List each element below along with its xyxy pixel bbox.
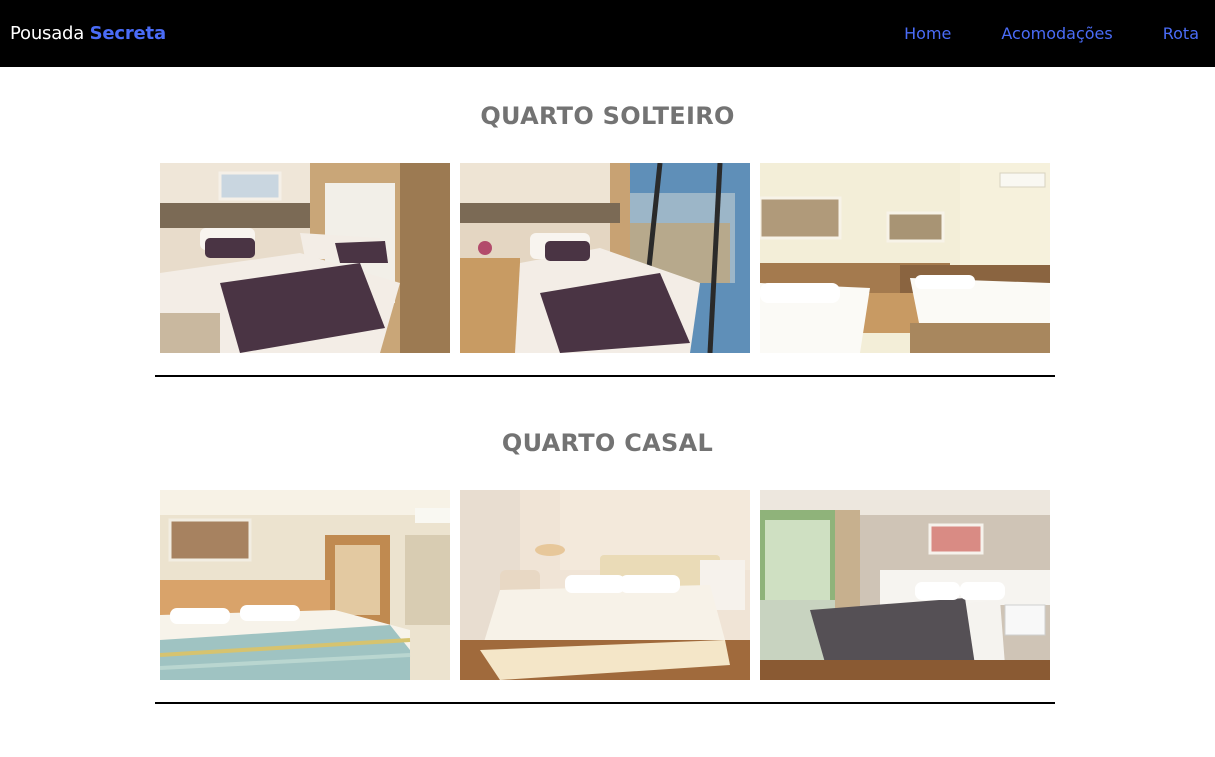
room-photo[interactable]	[760, 163, 1050, 353]
brand-name-accent: Secreta	[89, 23, 166, 44]
nav-link-home[interactable]: Home	[904, 24, 951, 43]
navbar: Pousada Secreta Home Acomodações Rota	[0, 0, 1215, 67]
brand-logo[interactable]: Pousada Secreta	[10, 23, 166, 44]
room-photo[interactable]	[160, 490, 450, 680]
nav-links: Home Acomodações Rota	[904, 24, 1199, 43]
nav-link-rota[interactable]: Rota	[1163, 24, 1199, 43]
room-photo[interactable]	[460, 490, 750, 680]
room-photo[interactable]	[760, 490, 1050, 680]
photo-gallery-casal	[160, 490, 1050, 680]
brand-name: Pousada	[10, 23, 90, 44]
section-title-solteiro: QUARTO SOLTEIRO	[480, 102, 735, 130]
section-divider	[155, 375, 1055, 377]
photo-gallery-solteiro	[160, 163, 1050, 353]
room-photo[interactable]	[160, 163, 450, 353]
nav-link-acomodacoes[interactable]: Acomodações	[1001, 24, 1112, 43]
room-photo[interactable]	[460, 163, 750, 353]
section-divider	[155, 702, 1055, 704]
section-title-casal: QUARTO CASAL	[501, 429, 714, 457]
